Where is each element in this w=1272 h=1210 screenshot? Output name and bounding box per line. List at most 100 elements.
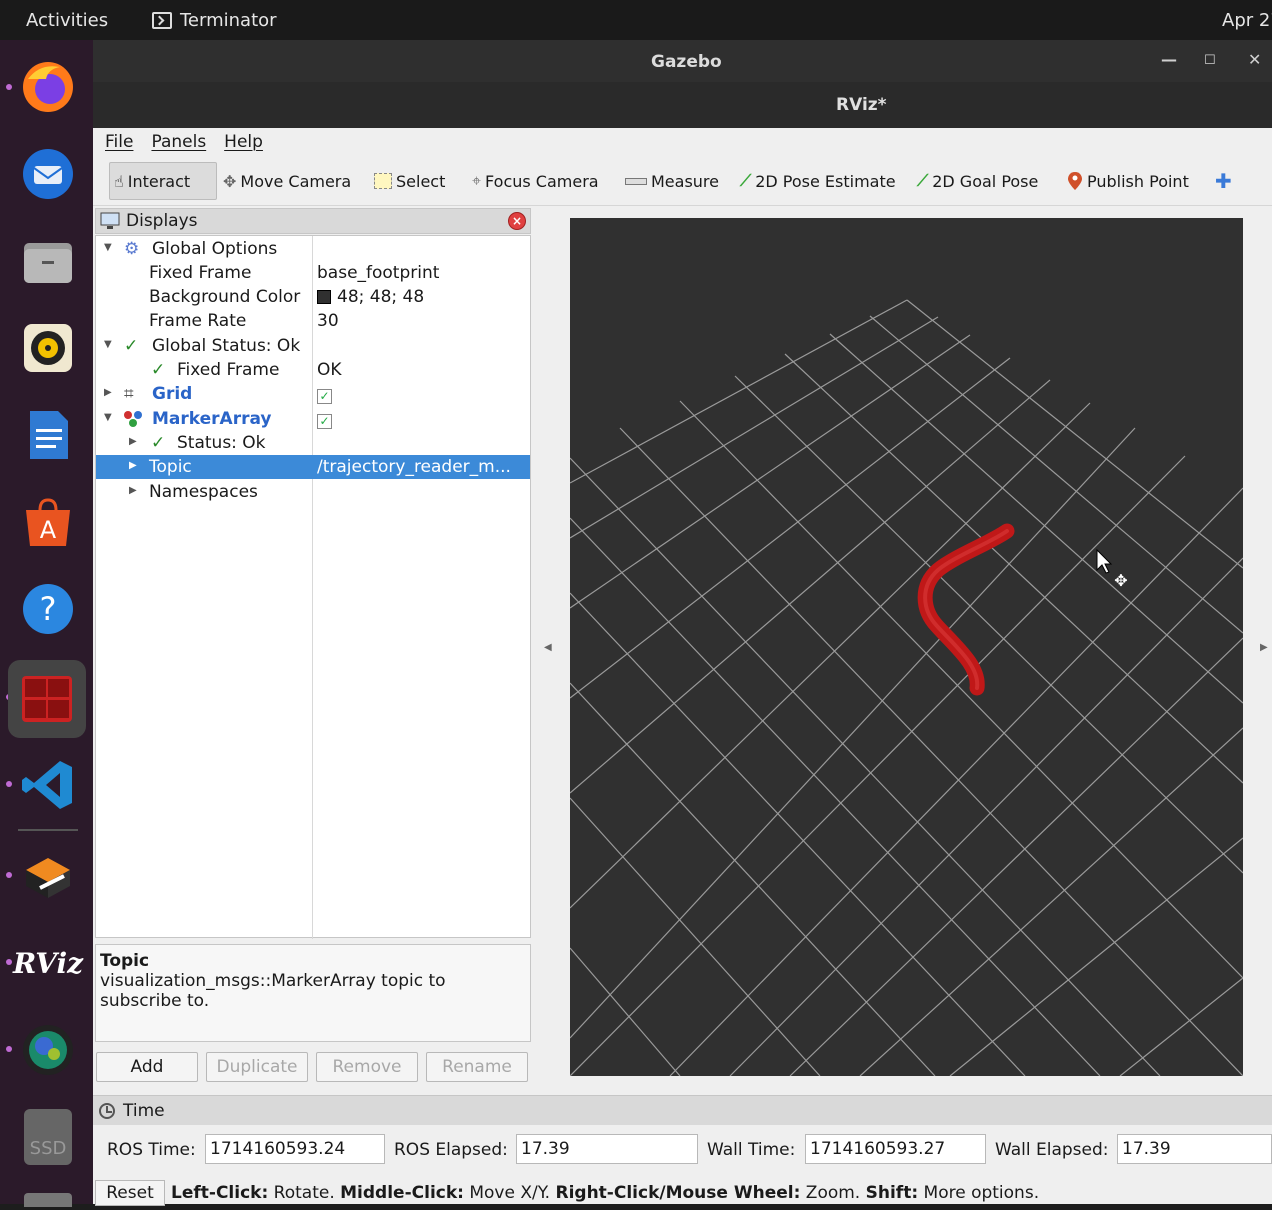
minimize-icon[interactable]: — <box>1161 50 1177 69</box>
checkmark-icon: ✓ <box>151 360 166 380</box>
tree-row-background-color[interactable]: Background Color 48; 48; 48 <box>96 285 530 309</box>
expand-arrow-icon[interactable]: ▼ <box>104 339 112 350</box>
2d-goal-pose-tool[interactable]: ⟋ 2D Goal Pose <box>913 162 1042 200</box>
remove-button[interactable]: Remove <box>316 1052 418 1082</box>
clock[interactable]: Apr 27 <box>1222 10 1272 31</box>
wall-time-label: Wall Time: <box>707 1140 796 1160</box>
tree-row-fixed-frame-status[interactable]: ✓ Fixed Frame OK <box>96 358 530 382</box>
help-icon[interactable]: ? <box>17 578 79 640</box>
gazebo-icon[interactable] <box>17 1019 79 1081</box>
files-icon[interactable] <box>17 230 79 292</box>
3d-viewport[interactable]: ✥ <box>570 218 1243 1076</box>
2d-pose-estimate-tool[interactable]: ⟋ 2D Pose Estimate <box>736 162 900 200</box>
ros-time-label: ROS Time: <box>107 1140 196 1160</box>
description-body: visualization_msgs::MarkerArray topic to… <box>100 971 446 1011</box>
dock: A ? RViz SSD <box>0 40 93 1207</box>
ros-time-field[interactable]: 1714160593.24 <box>205 1134 385 1164</box>
terminator-icon[interactable] <box>8 660 86 738</box>
tree-row-marker-array[interactable]: ▼ MarkerArray ✓ <box>96 407 530 431</box>
tree-row-grid[interactable]: ▶ ⌗ Grid ✓ <box>96 382 530 406</box>
2d-pose-estimate-label: 2D Pose Estimate <box>755 171 896 191</box>
rename-button[interactable]: Rename <box>426 1052 528 1082</box>
tree-row-namespaces[interactable]: ▶ Namespaces <box>96 480 530 504</box>
app-menu[interactable]: Terminator <box>152 10 277 31</box>
rviz-icon[interactable]: RViz <box>13 932 83 994</box>
marker-array-label: MarkerArray <box>152 409 272 429</box>
displays-tree[interactable]: ▼ ⚙ Global Options Fixed Frame base_foot… <box>95 235 531 939</box>
tree-row-fixed-frame[interactable]: Fixed Frame base_footprint <box>96 261 530 285</box>
tree-row-global-options[interactable]: ▼ ⚙ Global Options <box>96 237 530 261</box>
mouse-cursor-icon: ✥ <box>1096 548 1128 590</box>
tree-row-global-status[interactable]: ▼ ✓ Global Status: Ok <box>96 334 530 358</box>
rviz-titlebar[interactable]: RViz* <box>93 82 1272 128</box>
gazebo-window-title: Gazebo <box>651 52 722 72</box>
maximize-icon[interactable]: ☐ <box>1204 53 1216 68</box>
collapse-left-panel-icon[interactable]: ◀ <box>544 642 552 653</box>
focus-camera-tool[interactable]: ⌖ Focus Camera <box>468 162 603 200</box>
rviz-window-title: RViz* <box>836 95 887 115</box>
reset-button[interactable]: Reset <box>95 1180 165 1206</box>
firefox-icon[interactable] <box>17 56 79 118</box>
marker-array-icon <box>124 411 142 427</box>
menu-panels[interactable]: Panels <box>151 132 206 156</box>
select-tool[interactable]: Select <box>370 162 449 200</box>
expand-arrow-icon[interactable]: ▼ <box>104 242 112 253</box>
add-button[interactable]: Add <box>96 1052 198 1082</box>
svg-text:✥: ✥ <box>1114 571 1127 590</box>
move-camera-tool[interactable]: ✥ Move Camera <box>219 162 355 200</box>
background-color-value[interactable]: 48; 48; 48 <box>317 287 527 307</box>
status-ok-label: Status: Ok <box>177 433 266 453</box>
expand-arrow-icon[interactable]: ▼ <box>104 412 112 423</box>
interact-label: Interact <box>127 171 191 191</box>
add-tool-plus-icon[interactable]: ✚ <box>1211 162 1236 200</box>
collapse-arrow-icon[interactable]: ▶ <box>129 460 137 471</box>
tree-row-topic[interactable]: ▶ Topic /trajectory_reader_m... <box>96 455 530 479</box>
frame-rate-value[interactable]: 30 <box>317 311 527 331</box>
background-color-text: 48; 48; 48 <box>337 287 425 307</box>
ssd-label: SSD <box>24 1109 72 1165</box>
blender-icon[interactable] <box>17 845 79 907</box>
fixed-frame-status-label: Fixed Frame <box>177 360 280 380</box>
duplicate-button[interactable]: Duplicate <box>206 1052 308 1082</box>
running-indicator <box>6 1046 12 1052</box>
crosshair-icon: ⌖ <box>472 171 482 190</box>
gazebo-titlebar[interactable]: Gazebo — ☐ ✕ <box>93 40 1272 82</box>
marker-array-enabled-checkbox[interactable]: ✓ <box>317 410 527 430</box>
collapse-arrow-icon[interactable]: ▶ <box>129 436 137 447</box>
interact-tool[interactable]: ☝ Interact <box>109 162 217 200</box>
thunderbird-icon[interactable] <box>17 143 79 205</box>
collapse-arrow-icon[interactable]: ▶ <box>129 485 137 496</box>
vscode-icon[interactable] <box>17 754 79 816</box>
mouse-hint: Left-Click: Rotate. Middle-Click: Move X… <box>171 1183 1039 1203</box>
fixed-frame-value[interactable]: base_footprint <box>317 263 527 283</box>
tree-row-status-ok[interactable]: ▶ ✓ Status: Ok <box>96 431 530 455</box>
ros-elapsed-field[interactable]: 17.39 <box>516 1134 698 1164</box>
select-box-icon <box>374 173 392 189</box>
wall-elapsed-field[interactable]: 17.39 <box>1117 1134 1272 1164</box>
topic-value[interactable]: /trajectory_reader_m... <box>317 457 527 477</box>
measure-tool[interactable]: Measure <box>621 162 723 200</box>
activities-button[interactable]: Activities <box>26 10 108 31</box>
wall-time-field[interactable]: 1714160593.27 <box>805 1134 986 1164</box>
grid-and-trajectory: ✥ <box>570 299 1243 1076</box>
rhythmbox-icon[interactable] <box>17 317 79 379</box>
svg-text:?: ? <box>40 590 57 628</box>
panel-close-icon[interactable]: × <box>508 212 526 230</box>
status-bar: Reset Left-Click: Rotate. Middle-Click: … <box>93 1180 1272 1206</box>
menu-help[interactable]: Help <box>224 132 263 156</box>
ssd-drive-icon[interactable]: SSD <box>17 1106 79 1168</box>
tree-row-frame-rate[interactable]: Frame Rate 30 <box>96 309 530 333</box>
fixed-frame-status-value: OK <box>317 360 342 380</box>
collapse-arrow-icon[interactable]: ▶ <box>104 387 112 398</box>
right-click-hint-desc: Zoom. <box>800 1183 866 1203</box>
menu-file[interactable]: File <box>105 132 133 156</box>
close-icon[interactable]: ✕ <box>1248 50 1261 69</box>
publish-point-tool[interactable]: Publish Point <box>1063 162 1193 200</box>
app-center-icon[interactable]: A <box>17 491 79 553</box>
drive-icon[interactable] <box>17 1190 79 1210</box>
grid-enabled-checkbox[interactable]: ✓ <box>317 385 527 405</box>
libreoffice-writer-icon[interactable] <box>17 404 79 466</box>
collapse-right-panel-icon[interactable]: ▶ <box>1260 642 1268 653</box>
gear-icon: ⚙ <box>124 239 140 259</box>
shift-hint-desc: More options. <box>918 1183 1040 1203</box>
